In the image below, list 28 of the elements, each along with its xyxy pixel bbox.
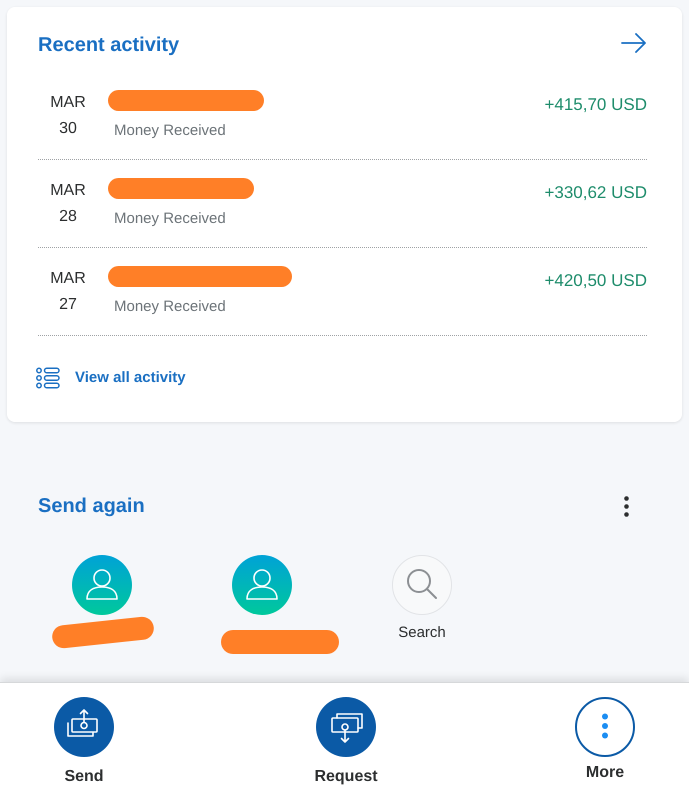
transaction-type: Money Received [114, 121, 226, 141]
month-label: MAR [50, 93, 86, 113]
transaction-type: Money Received [114, 209, 226, 229]
day-label: 30 [59, 119, 77, 139]
cash-arrow-up-icon [54, 697, 114, 757]
person-avatar-icon [232, 555, 292, 615]
cash-arrow-down-icon [316, 697, 376, 757]
transaction-amount: +330,62 USD [544, 182, 647, 204]
view-all-activity-link[interactable]: View all activity [36, 367, 186, 389]
list-icon[interactable] [36, 367, 60, 389]
more-button[interactable]: More [575, 683, 635, 783]
month-label: MAR [50, 181, 86, 201]
more-options-icon[interactable] [624, 496, 629, 516]
transaction-type: Money Received [114, 297, 226, 317]
person-avatar-icon [72, 555, 132, 615]
day-label: 27 [59, 295, 77, 315]
day-label: 28 [59, 207, 77, 227]
section-title: Send again [38, 494, 145, 518]
month-label: MAR [50, 269, 86, 289]
arrow-right-icon[interactable] [621, 33, 647, 53]
request-button[interactable]: Request [314, 683, 378, 787]
search-icon [392, 555, 452, 615]
transaction-amount: +420,50 USD [544, 270, 647, 292]
section-title: Recent activity [38, 33, 180, 57]
send-button[interactable]: Send [54, 683, 114, 787]
transaction-amount: +415,70 USD [544, 94, 647, 116]
search-button[interactable]: Search [344, 555, 500, 645]
more-options-icon [575, 697, 635, 757]
